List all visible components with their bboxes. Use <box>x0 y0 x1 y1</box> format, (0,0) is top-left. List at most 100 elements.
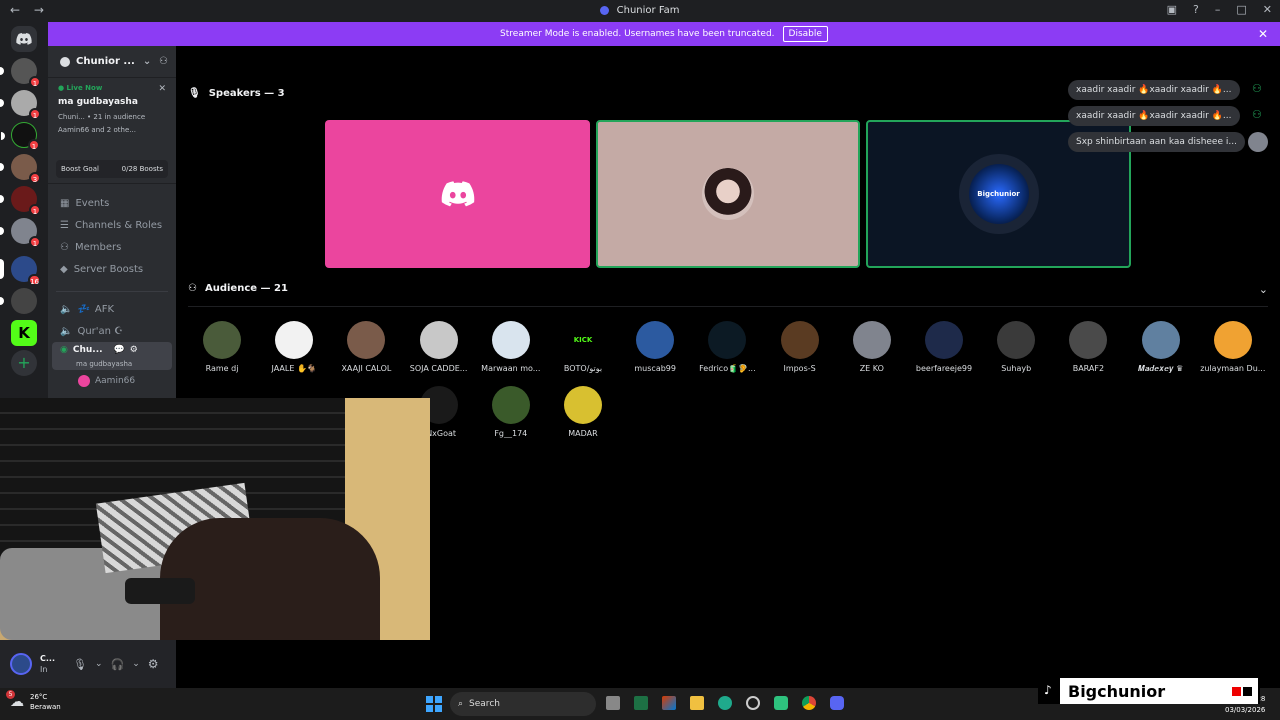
mention-badge: 1 <box>29 108 41 120</box>
speaker-icon: 🔈 <box>60 303 73 315</box>
server-icon[interactable] <box>0 288 37 314</box>
menu-members[interactable]: ⚇ Members <box>48 236 176 258</box>
avatar <box>564 386 602 424</box>
server-icon[interactable]: 1 <box>0 58 41 88</box>
voice-channel-afk[interactable]: 🔈 💤 AFK <box>48 298 176 320</box>
stage-channel-active[interactable]: ◉ Chu... 💬 ⚙ ma gudbayasha <box>52 342 172 370</box>
speaker-icon: 🔈 <box>60 325 73 337</box>
stage-icon: ⚇ <box>1252 82 1262 95</box>
taskbar-apps <box>606 696 844 710</box>
server-icon-selected[interactable]: 16 <box>0 256 41 286</box>
audience-member[interactable]: MADAR <box>547 386 619 438</box>
avatar[interactable] <box>10 653 32 675</box>
chevron-down-icon[interactable]: ⌄ <box>95 659 103 669</box>
close-icon[interactable]: ✕ <box>158 84 166 94</box>
clock-app-icon[interactable] <box>746 696 760 710</box>
boost-label: Boost Goal <box>61 165 99 173</box>
chat-toast[interactable]: xaadir xaadir 🔥xaadir xaadir 🔥... <box>1068 80 1240 100</box>
boost-goal[interactable]: Boost Goal 0/28 Boosts <box>56 160 168 178</box>
speakers-header: 🎙 Speakers — 3 <box>188 88 285 99</box>
audience-member[interactable]: beerfareeje99 <box>908 321 980 373</box>
menu-server-boosts[interactable]: ◆ Server Boosts <box>48 258 176 280</box>
chat-toast[interactable]: Sxp shinbirtaan aan kaa disheee i... <box>1068 132 1245 152</box>
home-button[interactable] <box>11 26 37 52</box>
copilot-icon[interactable] <box>774 696 788 710</box>
chevron-down-icon[interactable]: ⌄ <box>1259 283 1268 296</box>
user-info[interactable]: C... In <box>40 653 55 675</box>
audience-name: Suhayb <box>1001 364 1032 373</box>
user-name: Aamin66 <box>95 376 136 386</box>
edge-icon[interactable] <box>718 696 732 710</box>
audience-member[interactable]: Rame dj <box>186 321 258 373</box>
microphone-icon[interactable]: 🎙 <box>73 658 87 671</box>
server-icon[interactable]: 1 <box>0 186 41 216</box>
audience-member[interactable]: Impos-S <box>764 321 836 373</box>
avatar: Bigchunior <box>958 154 1039 234</box>
audience-member[interactable]: zulaymaan Du... <box>1197 321 1269 373</box>
audience-name: Marwaan mo... <box>481 364 541 373</box>
tiktok-overlay: ♪ Bigchunior <box>1038 678 1260 704</box>
chrome-icon[interactable] <box>802 696 816 710</box>
audience-member[interactable]: SOJA CADDE... <box>403 321 475 373</box>
headphones-icon[interactable]: 🎧 <box>111 658 125 671</box>
server-icon[interactable]: K <box>11 320 37 346</box>
chat-toast[interactable]: xaadir xaadir 🔥xaadir xaadir 🔥... <box>1068 106 1240 126</box>
help-icon[interactable]: ? <box>1193 3 1199 16</box>
avatar <box>491 321 530 359</box>
audience-member[interactable]: Suhayb <box>980 321 1052 373</box>
audience-name: XAAJI CALOL <box>341 364 392 373</box>
calendar-icon: ▦ <box>60 197 70 209</box>
mention-badge: 1 <box>29 236 41 248</box>
audience-member[interactable]: 𝑴𝒂𝒅𝒆𝒙𝒆𝒚 ♛ <box>1125 321 1197 374</box>
audience-member[interactable]: Fg__174 <box>475 386 547 438</box>
file-explorer-icon[interactable] <box>690 696 704 710</box>
maximize-icon[interactable]: □ <box>1236 3 1246 16</box>
audience-member[interactable]: BARAF2 <box>1052 321 1124 373</box>
members-icon: ⚇ <box>60 241 69 253</box>
weather-badge: 5 <box>6 690 15 699</box>
chevron-down-icon[interactable]: ⌄ <box>132 659 140 669</box>
minimize-icon[interactable]: – <box>1215 3 1221 16</box>
close-window-icon[interactable]: ✕ <box>1263 3 1272 16</box>
server-icon[interactable]: 1 <box>1 122 40 151</box>
audience-member[interactable]: Marwaan mo... <box>475 321 547 373</box>
chat-icon[interactable]: 💬 <box>114 345 125 355</box>
list-icon: ☰ <box>60 219 69 231</box>
speaker-tile-speaking[interactable] <box>596 120 860 268</box>
mention-badge: 3 <box>29 172 41 184</box>
speaker-tile[interactable] <box>325 120 590 268</box>
live-stage-card[interactable]: ● Live Now ✕ ma gudbayasha Chuni... • 21… <box>48 78 176 184</box>
close-banner-icon[interactable]: ✕ <box>1258 27 1268 41</box>
disable-streamer-mode-button[interactable]: Disable <box>782 26 828 42</box>
excel-icon[interactable] <box>634 696 648 710</box>
audience-member[interactable]: muscab99 <box>619 321 691 373</box>
server-header[interactable]: Chunior ... ⌄ ⚇ <box>48 46 176 78</box>
audience-member[interactable]: JAALE ✋🐐 <box>258 321 330 373</box>
menu-label: Server Boosts <box>73 263 144 275</box>
weather-widget[interactable]: ☁ 5 26°C Berawan <box>6 690 61 712</box>
discord-taskbar-icon[interactable] <box>830 696 844 710</box>
audience-member[interactable]: KICK BOTO/بوتو <box>547 321 619 373</box>
audience-member[interactable]: XAAJI CALOL <box>330 321 402 373</box>
taskbar-search[interactable]: ⌕ Search <box>450 692 596 716</box>
menu-channels-roles[interactable]: ☰ Channels & Roles <box>48 214 176 236</box>
menu-events[interactable]: ▦ Events <box>48 192 176 214</box>
server-icon[interactable]: 1 <box>0 218 41 248</box>
add-member-icon[interactable]: ⚇ <box>159 56 168 67</box>
start-button[interactable] <box>426 696 442 712</box>
user-settings-icon[interactable]: ⚙ <box>148 657 159 671</box>
settings-icon[interactable]: ⚙ <box>130 345 138 355</box>
office-icon[interactable] <box>662 696 676 710</box>
task-view-icon[interactable] <box>606 696 620 710</box>
banner-text: Streamer Mode is enabled. Usernames have… <box>500 29 775 39</box>
window-controls: ▣ ? – □ ✕ <box>1167 3 1272 16</box>
channel-user[interactable]: Aamin66 <box>48 370 176 392</box>
audience-member[interactable]: Fedrico🧃🦻... <box>691 321 763 373</box>
inbox-icon[interactable]: ▣ <box>1167 3 1177 16</box>
server-icon[interactable]: 3 <box>0 154 41 184</box>
add-server-button[interactable]: + <box>11 350 37 376</box>
audience-member[interactable]: ZE KO <box>836 321 908 373</box>
voice-channel-quran[interactable]: 🔈 Qur'an ☪ <box>48 320 176 342</box>
server-icon[interactable]: 1 <box>0 90 41 120</box>
user-name: C... <box>40 654 55 663</box>
